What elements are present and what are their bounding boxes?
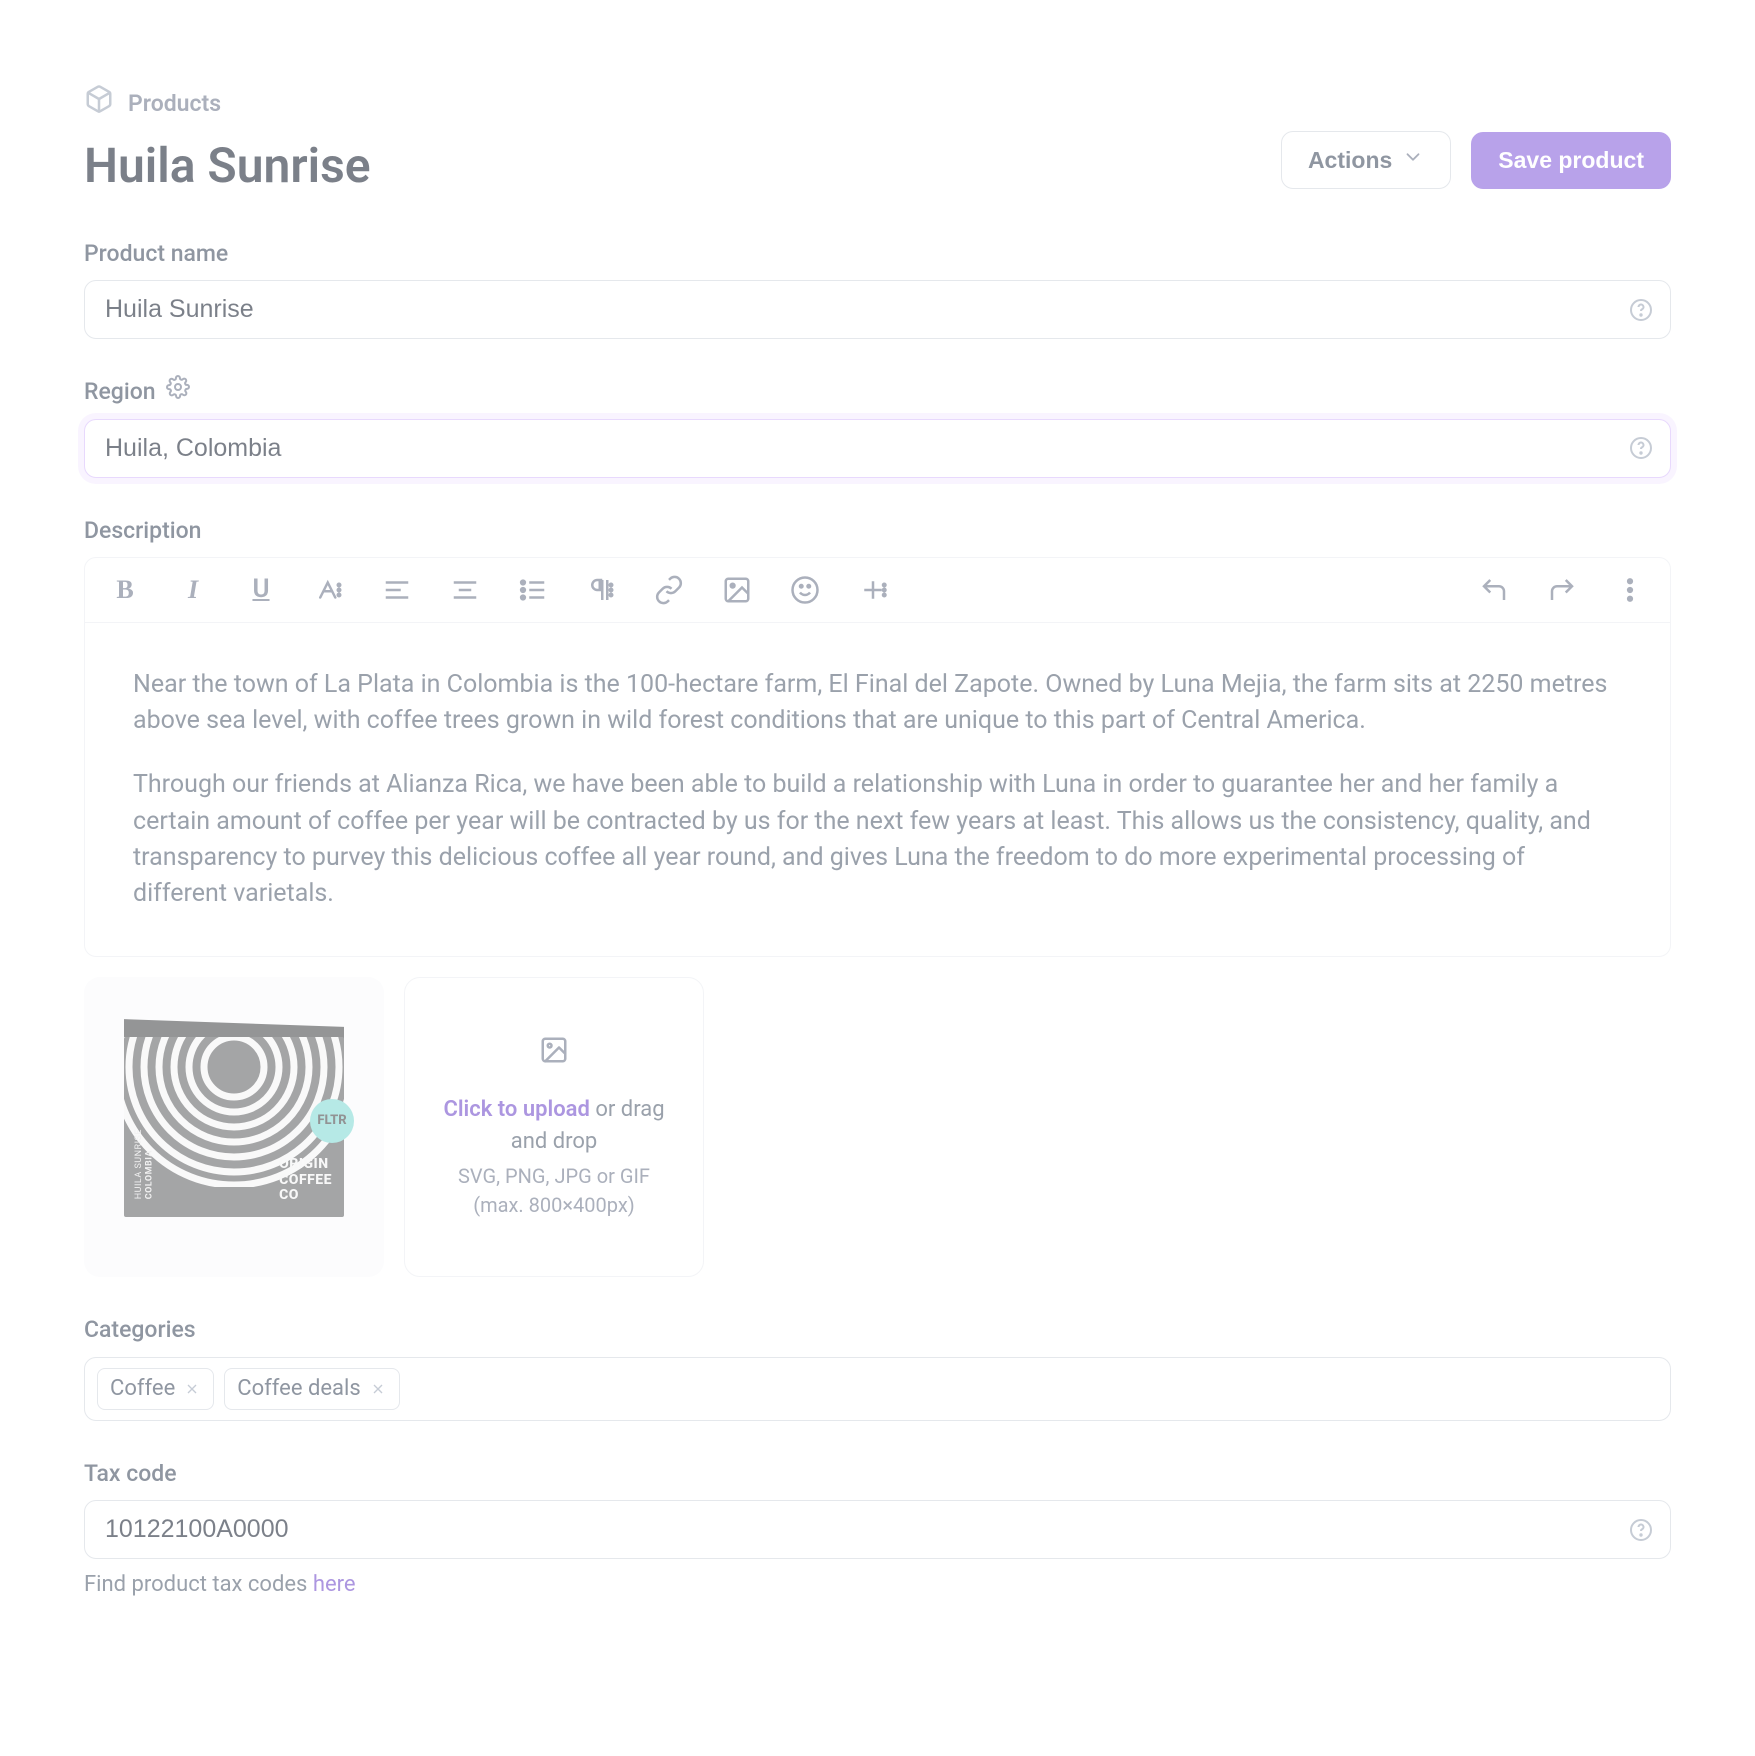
category-tag: Coffee deals: [224, 1368, 399, 1410]
redo-button[interactable]: [1546, 574, 1578, 606]
undo-button[interactable]: [1478, 574, 1510, 606]
bold-button[interactable]: B: [109, 574, 141, 606]
align-center-button[interactable]: [449, 574, 481, 606]
product-name-label: Product name: [84, 237, 1671, 270]
tax-code-label: Tax code: [84, 1457, 1671, 1490]
page-title: Huila Sunrise: [84, 131, 371, 201]
insert-more-button[interactable]: [857, 574, 889, 606]
actions-button[interactable]: Actions: [1281, 131, 1451, 189]
help-icon[interactable]: [1629, 298, 1653, 322]
description-label: Description: [84, 514, 1671, 547]
link-button[interactable]: [653, 574, 685, 606]
help-icon[interactable]: [1629, 1518, 1653, 1542]
remove-tag-button[interactable]: [369, 1380, 387, 1398]
more-button[interactable]: [1614, 574, 1646, 606]
tax-code-hint: Find product tax codes here: [84, 1569, 1671, 1601]
remove-tag-button[interactable]: [183, 1380, 201, 1398]
font-options-button[interactable]: [313, 574, 345, 606]
description-paragraph: Near the town of La Plata in Colombia is…: [133, 667, 1622, 740]
help-icon[interactable]: [1629, 436, 1653, 460]
tax-code-input[interactable]: [84, 1500, 1671, 1559]
breadcrumb-label: Products: [128, 87, 221, 120]
description-editor: B I U: [84, 557, 1671, 958]
paragraph-button[interactable]: [585, 574, 617, 606]
underline-button[interactable]: U: [245, 574, 277, 606]
save-button[interactable]: Save product: [1471, 132, 1671, 189]
categories-label: Categories: [84, 1313, 1671, 1346]
cube-icon: [84, 84, 114, 123]
filter-badge: FLTR: [310, 1099, 354, 1143]
list-button[interactable]: [517, 574, 549, 606]
tax-code-link[interactable]: here: [313, 1572, 356, 1597]
region-label: Region: [84, 375, 156, 408]
chevron-down-icon: [1402, 146, 1424, 174]
category-tag: Coffee: [97, 1368, 214, 1410]
upload-icon: [539, 1035, 569, 1074]
description-paragraph: Through our friends at Alianza Rica, we …: [133, 767, 1622, 912]
gear-icon[interactable]: [166, 375, 190, 408]
region-input[interactable]: [84, 419, 1671, 478]
image-button[interactable]: [721, 574, 753, 606]
description-textarea[interactable]: Near the town of La Plata in Colombia is…: [85, 623, 1670, 957]
italic-button[interactable]: I: [177, 574, 209, 606]
categories-input[interactable]: Coffee Coffee deals: [84, 1357, 1671, 1421]
product-name-input[interactable]: [84, 280, 1671, 339]
emoji-button[interactable]: [789, 574, 821, 606]
breadcrumb[interactable]: Products: [84, 84, 1671, 123]
upload-dropzone[interactable]: Click to upload or drag and drop SVG, PN…: [404, 977, 704, 1277]
product-image-thumbnail[interactable]: HUILA SUNRISE COLOMBIA ORIGIN COFFEE CO …: [84, 977, 384, 1277]
align-left-button[interactable]: [381, 574, 413, 606]
